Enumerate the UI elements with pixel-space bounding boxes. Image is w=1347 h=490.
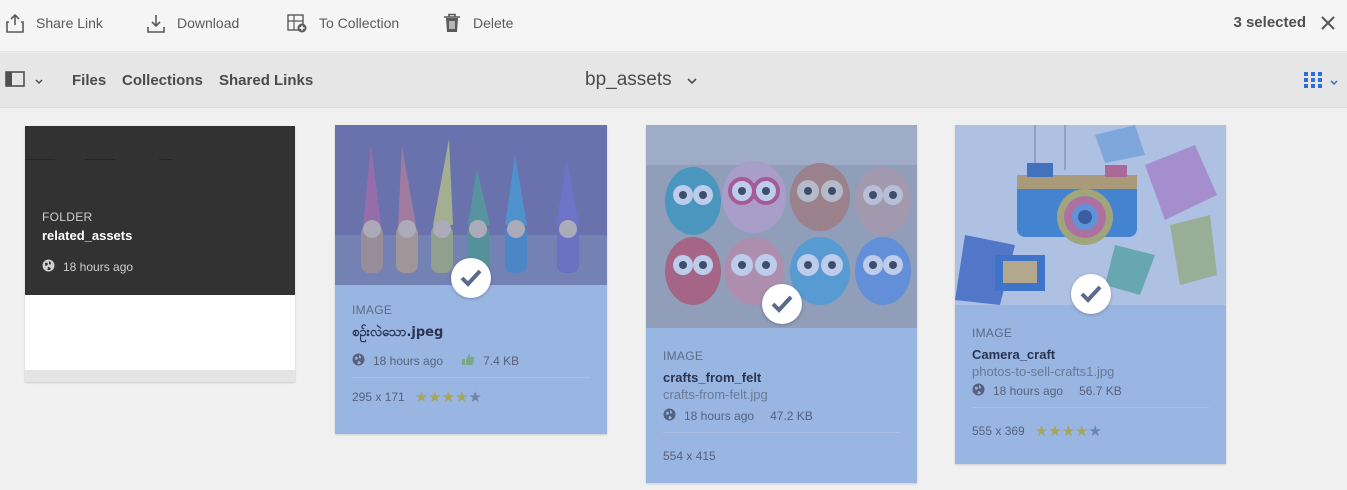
asset-card[interactable]: IMAGE crafts_from_felt crafts-from-felt.…: [646, 125, 917, 483]
image-dimensions: 295 x 171: [352, 390, 405, 404]
image-dimensions: 555 x 369: [972, 424, 1025, 438]
action-bar: Share Link Download To Collection Delete…: [0, 0, 1347, 52]
asset-title: စဉ်းလဲသော.jpeg: [352, 325, 444, 340]
asset-type-label: FOLDER: [42, 210, 93, 224]
nav-files[interactable]: Files: [72, 72, 106, 89]
file-size: 56.7 KB: [1079, 384, 1122, 398]
share-link-button[interactable]: Share Link: [6, 0, 103, 46]
thumbs-up-icon: [461, 353, 475, 369]
delete-label: Delete: [473, 15, 514, 31]
folder-title-dropdown[interactable]: bp_assets: [585, 69, 698, 91]
file-size: 7.4 KB: [483, 354, 520, 368]
download-label: Download: [177, 15, 240, 31]
chevron-down-icon: [1329, 74, 1339, 92]
download-button[interactable]: Download: [147, 0, 239, 46]
card-view-icon: [1303, 71, 1323, 94]
selected-check-icon[interactable]: [762, 284, 802, 324]
globe-icon: [352, 353, 365, 369]
nav-collections[interactable]: Collections: [122, 72, 203, 89]
folder-card[interactable]: FOLDER related_assets 18 hours ago: [25, 126, 295, 382]
folder-title: bp_assets: [585, 69, 672, 90]
asset-title: Camera_craft: [972, 347, 1056, 362]
asset-filename: crafts-from-felt.jpg: [663, 387, 768, 402]
download-icon: [147, 13, 165, 33]
add-to-collection-icon: [287, 13, 307, 33]
chevron-down-icon: [686, 69, 698, 91]
delete-button[interactable]: Delete: [443, 0, 513, 46]
folder-thumbnail: FOLDER related_assets 18 hours ago: [25, 126, 295, 295]
modified-time: 18 hours ago: [993, 384, 1064, 398]
asset-title: related_assets: [42, 228, 133, 243]
chevron-down-icon: [34, 73, 44, 91]
nav-shared-links[interactable]: Shared Links: [219, 72, 313, 89]
divider: [663, 432, 900, 433]
share-icon: [6, 13, 24, 33]
modified-time: 18 hours ago: [63, 260, 134, 274]
globe-icon: [972, 383, 985, 399]
asset-filename: photos-to-sell-crafts1.jpg: [972, 364, 1115, 379]
trash-icon: [443, 13, 461, 33]
selection-count: 3 selected: [1233, 14, 1306, 31]
asset-title: crafts_from_felt: [663, 370, 762, 385]
share-link-label: Share Link: [36, 15, 103, 31]
to-collection-button[interactable]: To Collection: [287, 0, 399, 46]
globe-icon: [42, 259, 55, 275]
star-rating[interactable]: ★★★★★: [415, 388, 482, 406]
file-size: 47.2 KB: [770, 409, 813, 423]
close-icon[interactable]: [1319, 14, 1339, 34]
modified-time: 18 hours ago: [684, 409, 755, 423]
modified-time: 18 hours ago: [373, 354, 444, 368]
nav-bar: Files Collections Shared Links bp_assets: [0, 53, 1347, 108]
divider: [972, 407, 1209, 408]
selected-check-icon[interactable]: [451, 258, 491, 298]
folder-card-footer: [25, 370, 295, 382]
asset-card[interactable]: IMAGE စဉ်းလဲသော.jpeg 18 hours ago 7.4 KB…: [335, 125, 607, 434]
rail-toggle-button[interactable]: [5, 71, 44, 92]
globe-icon: [663, 408, 676, 424]
to-collection-label: To Collection: [319, 15, 400, 31]
asset-type-label: IMAGE: [972, 326, 1013, 340]
star-rating[interactable]: ★★★★★: [1035, 422, 1102, 440]
sidebar-icon: [5, 71, 25, 92]
asset-type-label: IMAGE: [663, 349, 704, 363]
image-dimensions: 554 x 415: [663, 449, 716, 463]
divider: [352, 377, 590, 378]
view-switcher[interactable]: [1303, 71, 1339, 94]
asset-card[interactable]: IMAGE Camera_craft photos-to-sell-crafts…: [955, 125, 1226, 464]
selected-check-icon[interactable]: [1071, 274, 1111, 314]
asset-type-label: IMAGE: [352, 303, 393, 317]
